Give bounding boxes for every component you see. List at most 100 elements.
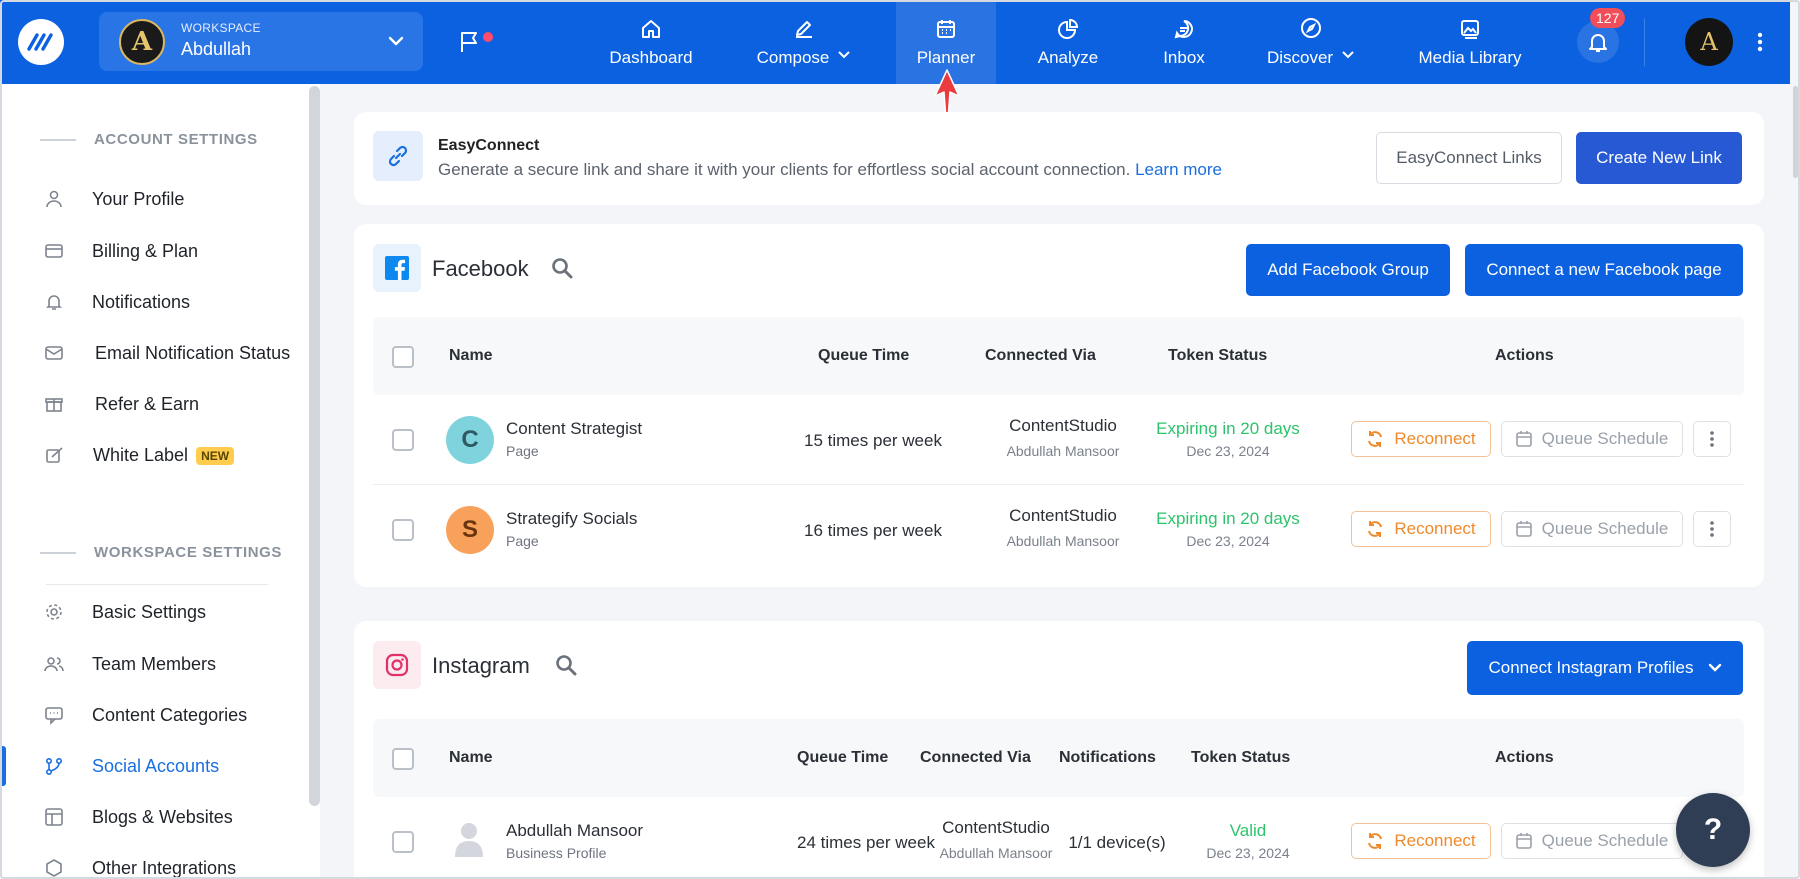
- connect-instagram-label: Connect Instagram Profiles: [1488, 658, 1694, 677]
- user-avatar[interactable]: A: [1685, 18, 1733, 66]
- more-vertical-icon: [1710, 431, 1714, 447]
- chat-icon: [1174, 19, 1193, 38]
- sidebar-divider: [46, 584, 268, 585]
- more-vertical-icon: [1710, 521, 1714, 537]
- nav-analyze[interactable]: Analyze: [1018, 0, 1118, 84]
- queue-time: 16 times per week: [804, 521, 942, 540]
- avatar: C: [446, 416, 494, 464]
- table-row: S Strategify Socials Page 16 times per w…: [373, 485, 1744, 575]
- workspace-settings-title: WORKSPACE SETTINGS: [94, 544, 283, 561]
- nav-media-library[interactable]: Media Library: [1406, 0, 1534, 84]
- hexagon-icon: [46, 859, 62, 877]
- column-header-queue-time: Queue Time: [818, 347, 910, 364]
- layout-icon: [45, 808, 63, 826]
- nav-label: Discover: [1266, 47, 1334, 67]
- nav-dashboard[interactable]: Dashboard: [596, 0, 706, 84]
- section-divider-line: [40, 552, 76, 554]
- workspace-switcher[interactable]: A WORKSPACE Abdullah: [99, 12, 423, 71]
- sidebar-item-other-integrations[interactable]: Other Integrations: [2, 846, 307, 879]
- sidebar-item-label: Refer & Earn: [95, 394, 200, 414]
- token-status: Expiring in 20 days: [1156, 419, 1300, 438]
- more-vertical-icon[interactable]: [1756, 30, 1764, 54]
- help-button[interactable]: ?: [1676, 793, 1750, 867]
- compass-icon: [1301, 18, 1321, 38]
- instagram-table-header: Name Queue Time Connected Via Notificati…: [373, 719, 1744, 797]
- calendar-icon: [1515, 833, 1532, 849]
- connect-instagram-profiles-button[interactable]: Connect Instagram Profiles: [1467, 641, 1743, 695]
- nav-label: Planner: [916, 47, 976, 67]
- sidebar-item-basic-settings[interactable]: Basic Settings: [2, 590, 307, 634]
- nav-compose[interactable]: Compose: [744, 0, 864, 84]
- instagram-icon-box: [373, 641, 421, 689]
- sidebar-item-notifications[interactable]: Notifications: [2, 280, 307, 324]
- sidebar-item-your-profile[interactable]: Your Profile: [2, 177, 307, 221]
- token-status: Valid: [1229, 821, 1267, 840]
- chevron-down-icon: [1708, 663, 1721, 672]
- flag-icon[interactable]: [459, 30, 481, 54]
- connected-via-user: Abdullah Mansoor: [939, 845, 1053, 861]
- search-icon[interactable]: [555, 654, 577, 676]
- workspace-caption: WORKSPACE: [181, 21, 261, 35]
- reconnect-label: Reconnect: [1394, 519, 1476, 538]
- app-logo[interactable]: [18, 19, 64, 65]
- learn-more-link[interactable]: Learn more: [1135, 160, 1222, 179]
- row-checkbox[interactable]: [392, 831, 414, 853]
- connected-via-user: Abdullah Mansoor: [1006, 533, 1120, 549]
- flag-notification-dot: [483, 32, 493, 42]
- create-new-link-button[interactable]: Create New Link: [1576, 132, 1742, 184]
- queue-schedule-label: Queue Schedule: [1541, 429, 1669, 448]
- connected-via: ContentStudio: [1009, 506, 1117, 525]
- sidebar-item-social-accounts[interactable]: Social Accounts: [2, 744, 307, 788]
- select-all-checkbox[interactable]: [392, 748, 414, 770]
- user-icon: [46, 190, 62, 208]
- topbar-divider: [1644, 18, 1645, 66]
- column-header-name: Name: [449, 749, 493, 766]
- row-checkbox[interactable]: [392, 519, 414, 541]
- facebook-icon-box: [373, 244, 421, 292]
- sidebar-item-label: Basic Settings: [92, 602, 207, 622]
- column-header-queue-time: Queue Time: [797, 749, 889, 766]
- users-icon: [44, 657, 64, 672]
- easyconnect-links-button[interactable]: EasyConnect Links: [1376, 132, 1562, 184]
- reconnect-button[interactable]: Reconnect: [1351, 421, 1491, 457]
- reconnect-button[interactable]: Reconnect: [1351, 823, 1491, 859]
- facebook-title: Facebook: [432, 256, 529, 281]
- sidebar-item-blogs-websites[interactable]: Blogs & Websites: [2, 795, 307, 839]
- sidebar-item-billing[interactable]: Billing & Plan: [2, 229, 307, 273]
- row-more-button[interactable]: [1693, 421, 1731, 457]
- sidebar-item-team-members[interactable]: Team Members: [2, 642, 307, 686]
- queue-schedule-button[interactable]: Queue Schedule: [1501, 421, 1683, 457]
- row-more-button[interactable]: [1693, 511, 1731, 547]
- connect-facebook-page-button[interactable]: Connect a new Facebook page: [1465, 244, 1743, 296]
- instagram-card: Instagram Connect Instagram Profiles Nam…: [354, 621, 1764, 879]
- sidebar-item-content-categories[interactable]: Content Categories: [2, 693, 307, 737]
- row-checkbox[interactable]: [392, 429, 414, 451]
- select-all-checkbox[interactable]: [392, 346, 414, 368]
- column-header-name: Name: [449, 347, 493, 364]
- reconnect-button[interactable]: Reconnect: [1351, 511, 1491, 547]
- section-divider-line: [40, 139, 76, 141]
- main-scrollbar[interactable]: [1793, 86, 1798, 178]
- sidebar-scrollbar[interactable]: [309, 86, 320, 806]
- nav-inbox[interactable]: Inbox: [1142, 0, 1226, 84]
- column-header-actions: Actions: [1495, 347, 1554, 364]
- search-icon[interactable]: [551, 257, 573, 279]
- link-icon: [388, 145, 408, 167]
- queue-schedule-label: Queue Schedule: [1541, 519, 1669, 538]
- add-facebook-group-button[interactable]: Add Facebook Group: [1246, 244, 1450, 296]
- pencil-icon: [796, 21, 812, 38]
- sidebar-item-label: Your Profile: [92, 189, 185, 209]
- sidebar-item-white-label[interactable]: White Label NEW: [2, 433, 307, 477]
- sidebar-item-label: Email Notification Status: [95, 343, 291, 363]
- queue-schedule-button[interactable]: Queue Schedule: [1501, 511, 1683, 547]
- notification-count-badge: 127: [1590, 8, 1626, 28]
- token-status-date: Dec 23, 2024: [1206, 845, 1290, 861]
- reconnect-label: Reconnect: [1394, 429, 1476, 448]
- sidebar-item-refer-earn[interactable]: Refer & Earn: [2, 382, 307, 426]
- instagram-title: Instagram: [432, 653, 530, 678]
- nav-discover[interactable]: Discover: [1256, 0, 1366, 84]
- mail-icon: [45, 346, 63, 360]
- sidebar-item-email-notification-status[interactable]: Email Notification Status: [2, 331, 307, 375]
- main-scroll-track: [1790, 84, 1800, 879]
- queue-schedule-button[interactable]: Queue Schedule: [1501, 823, 1683, 859]
